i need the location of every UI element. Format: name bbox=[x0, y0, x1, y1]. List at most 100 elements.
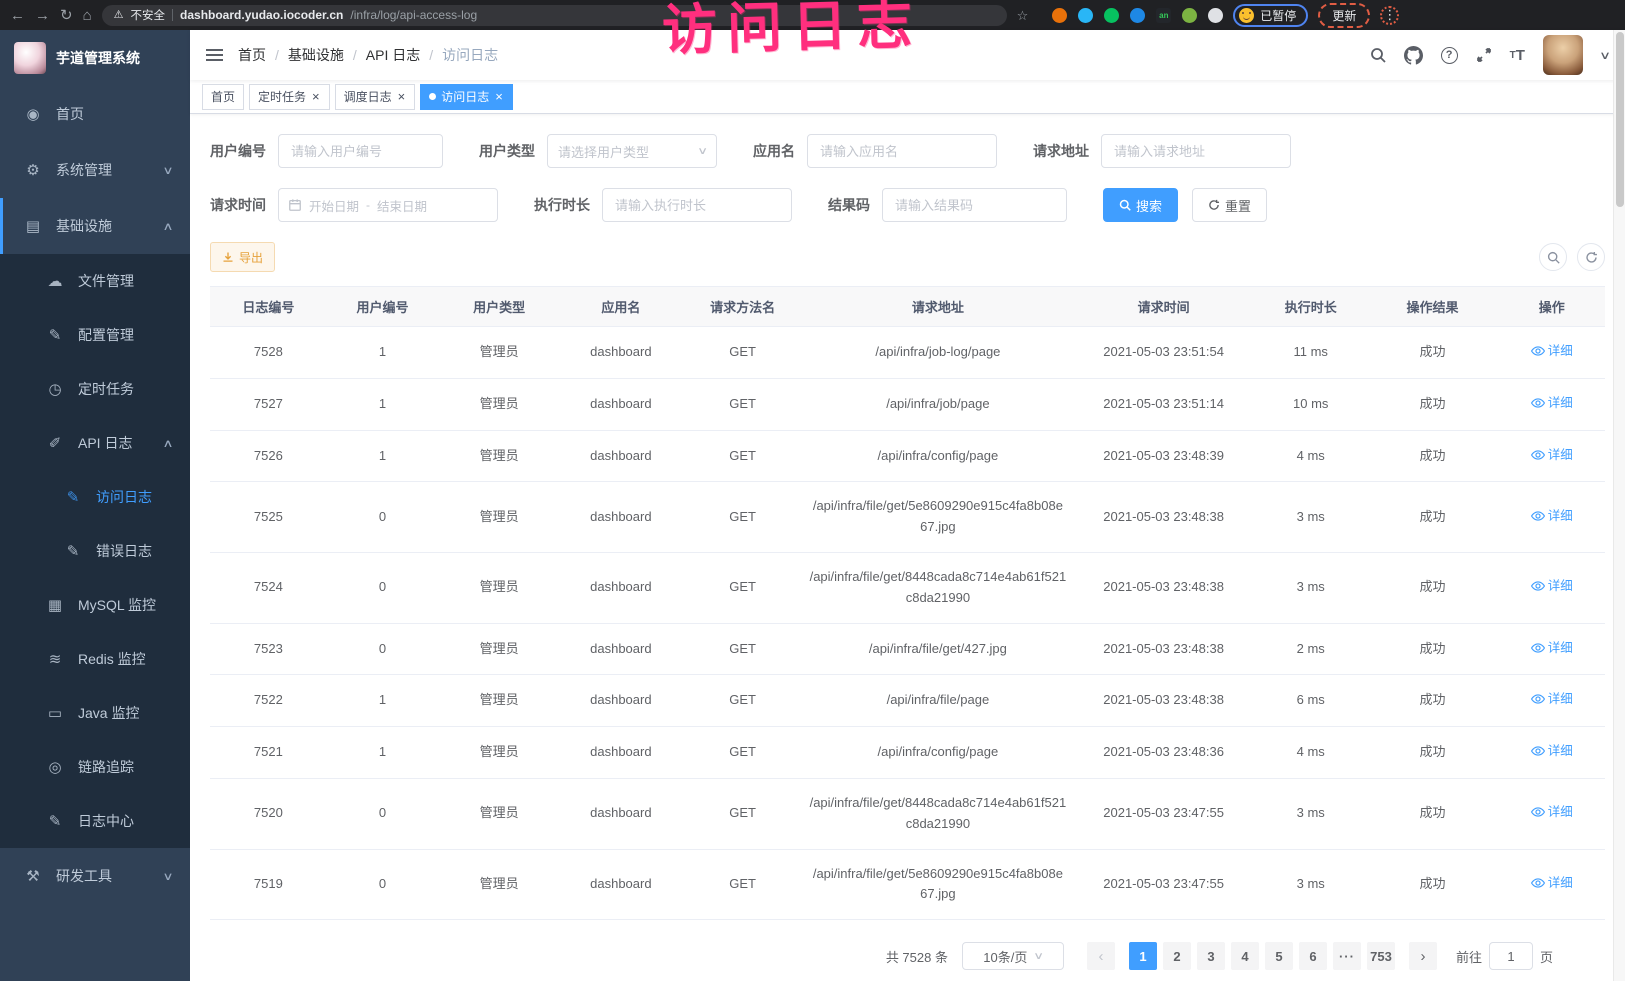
extension-wechat-icon[interactable] bbox=[1104, 8, 1119, 23]
close-icon[interactable]: × bbox=[494, 90, 504, 103]
cell-method: GET bbox=[682, 623, 804, 675]
sidebar-item-java[interactable]: ▭Java 监控 bbox=[0, 686, 190, 740]
user-type-select[interactable]: 请选择用户类型 ∨ bbox=[547, 134, 717, 168]
sidebar-item-home[interactable]: ◉首页 bbox=[0, 86, 190, 142]
refresh-button[interactable] bbox=[1577, 243, 1605, 271]
cell-action: 详细 bbox=[1498, 327, 1605, 379]
tags-view-tab-1[interactable]: 定时任务× bbox=[249, 84, 330, 110]
extension-shield-icon[interactable] bbox=[1078, 8, 1093, 23]
chevron-down-icon[interactable]: ∨ bbox=[1599, 49, 1611, 62]
sidebar-item-api-log[interactable]: ✐API 日志∧ bbox=[0, 416, 190, 470]
cell-result: 成功 bbox=[1367, 430, 1499, 482]
sidebar-item-system[interactable]: ⚙系统管理∨ bbox=[0, 142, 190, 198]
sidebar-item-access-log[interactable]: ✎访问日志 bbox=[0, 470, 190, 524]
next-page-button[interactable]: › bbox=[1409, 942, 1437, 970]
detail-link[interactable]: 详细 bbox=[1531, 802, 1573, 822]
detail-link[interactable]: 详细 bbox=[1531, 576, 1573, 596]
user-id-input[interactable] bbox=[278, 134, 443, 168]
browser-forward-icon[interactable]: → bbox=[35, 8, 50, 23]
detail-link[interactable]: 详细 bbox=[1531, 741, 1573, 761]
close-icon[interactable]: × bbox=[311, 90, 321, 103]
scrollbar-thumb[interactable] bbox=[1616, 32, 1624, 207]
sidebar-item-log-center[interactable]: ✎日志中心 bbox=[0, 794, 190, 848]
warning-icon: ⚠ bbox=[114, 10, 124, 21]
browser-reload-icon[interactable]: ↻ bbox=[60, 8, 73, 23]
prev-page-button[interactable]: ‹ bbox=[1087, 942, 1115, 970]
sidebar-item-error-log[interactable]: ✎错误日志 bbox=[0, 524, 190, 578]
search-button[interactable]: 搜索 bbox=[1103, 188, 1178, 222]
address-bar[interactable]: ⚠ 不安全 dashboard.yudao.iocoder.cn /infra/… bbox=[102, 5, 1007, 26]
page-button-3[interactable]: 3 bbox=[1197, 942, 1225, 970]
profile-chip[interactable]: 已暂停 bbox=[1233, 4, 1308, 27]
detail-link[interactable]: 详细 bbox=[1531, 873, 1573, 893]
tags-view-tab-2[interactable]: 调度日志× bbox=[335, 84, 416, 110]
sidebar-item-dev-tools[interactable]: ⚒研发工具∨ bbox=[0, 848, 190, 904]
page-button-1[interactable]: 1 bbox=[1129, 942, 1157, 970]
detail-link[interactable]: 详细 bbox=[1531, 689, 1573, 709]
detail-link[interactable]: 详细 bbox=[1531, 393, 1573, 413]
cell-url: /api/infra/job/page bbox=[803, 378, 1072, 430]
pager: 123456···753 bbox=[1126, 942, 1398, 970]
cell-time: 2021-05-03 23:51:54 bbox=[1072, 327, 1255, 379]
chevron-down-icon: ∨ bbox=[697, 146, 708, 157]
extension-leaf-icon[interactable] bbox=[1182, 8, 1197, 23]
detail-link[interactable]: 详细 bbox=[1531, 341, 1573, 361]
export-button[interactable]: 导出 bbox=[210, 242, 275, 272]
bookmark-star-icon[interactable]: ☆ bbox=[1017, 9, 1029, 22]
cell-time: 2021-05-03 23:48:38 bbox=[1072, 482, 1255, 553]
font-size-icon[interactable]: TT bbox=[1510, 47, 1525, 64]
search-icon bbox=[1547, 251, 1560, 264]
sidebar-item-job[interactable]: ◷定时任务 bbox=[0, 362, 190, 416]
extension-an-icon[interactable]: an bbox=[1156, 8, 1171, 23]
app-name-input[interactable] bbox=[807, 134, 997, 168]
breadcrumb-api-log[interactable]: API 日志 bbox=[366, 45, 420, 65]
sidebar-item-mysql[interactable]: ▦MySQL 监控 bbox=[0, 578, 190, 632]
search-icon[interactable] bbox=[1370, 47, 1386, 63]
breadcrumb-home[interactable]: 首页 bbox=[238, 45, 266, 65]
sidebar-item-redis[interactable]: ≋Redis 监控 bbox=[0, 632, 190, 686]
page-button-4[interactable]: 4 bbox=[1231, 942, 1259, 970]
breadcrumb-separator: / bbox=[429, 47, 433, 63]
date-range-picker[interactable]: 开始日期 - 结束日期 bbox=[278, 188, 498, 222]
sidebar-toggle[interactable] bbox=[190, 30, 238, 80]
page-jump-input[interactable] bbox=[1489, 942, 1533, 970]
sidebar-item-config[interactable]: ✎配置管理 bbox=[0, 308, 190, 362]
browser-home-icon[interactable]: ⌂ bbox=[83, 8, 92, 23]
detail-link[interactable]: 详细 bbox=[1531, 638, 1573, 658]
page-button-6[interactable]: 6 bbox=[1299, 942, 1327, 970]
reset-button[interactable]: 重置 bbox=[1192, 188, 1267, 222]
detail-link[interactable]: 详细 bbox=[1531, 445, 1573, 465]
sidebar-item-file[interactable]: ☁文件管理 bbox=[0, 254, 190, 308]
request-url-input[interactable] bbox=[1101, 134, 1291, 168]
extension-blue-squares-icon[interactable] bbox=[1130, 8, 1145, 23]
breadcrumb-infra[interactable]: 基础设施 bbox=[288, 45, 344, 65]
duration-input[interactable] bbox=[602, 188, 792, 222]
close-icon[interactable]: × bbox=[397, 90, 407, 103]
sidebar-item-trace[interactable]: ◎链路追踪 bbox=[0, 740, 190, 794]
browser-back-icon[interactable]: ← bbox=[10, 8, 25, 23]
detail-link[interactable]: 详细 bbox=[1531, 506, 1573, 526]
page-button-5[interactable]: 5 bbox=[1265, 942, 1293, 970]
app-logo[interactable]: 芋道管理系统 bbox=[0, 30, 190, 86]
tags-view-tab-3[interactable]: 访问日志× bbox=[420, 84, 513, 110]
cell-time: 2021-05-03 23:51:14 bbox=[1072, 378, 1255, 430]
github-icon[interactable] bbox=[1404, 46, 1423, 65]
fullscreen-icon[interactable] bbox=[1476, 47, 1492, 63]
scrollbar[interactable] bbox=[1613, 30, 1625, 981]
cell-app: dashboard bbox=[560, 727, 682, 779]
browser-menu-icon[interactable]: ⋮ bbox=[1380, 6, 1399, 25]
help-icon[interactable]: ? bbox=[1441, 47, 1458, 64]
extensions-puzzle-icon[interactable] bbox=[1208, 8, 1223, 23]
pager-ellipsis[interactable]: ··· bbox=[1333, 942, 1361, 970]
update-button[interactable]: 更新 bbox=[1318, 3, 1370, 28]
hide-search-button[interactable] bbox=[1539, 243, 1567, 271]
toolbox-icon: ⚒ bbox=[22, 867, 44, 885]
extension-orange-icon[interactable] bbox=[1052, 8, 1067, 23]
page-button-2[interactable]: 2 bbox=[1163, 942, 1191, 970]
result-code-input[interactable] bbox=[882, 188, 1067, 222]
page-button-753[interactable]: 753 bbox=[1367, 942, 1395, 970]
sidebar-item-infra[interactable]: ▤基础设施∧ bbox=[0, 198, 190, 254]
user-avatar[interactable] bbox=[1543, 35, 1583, 75]
page-size-select[interactable]: 10条/页 ∨ bbox=[962, 942, 1064, 970]
tags-view-tab-0[interactable]: 首页 bbox=[202, 84, 244, 110]
